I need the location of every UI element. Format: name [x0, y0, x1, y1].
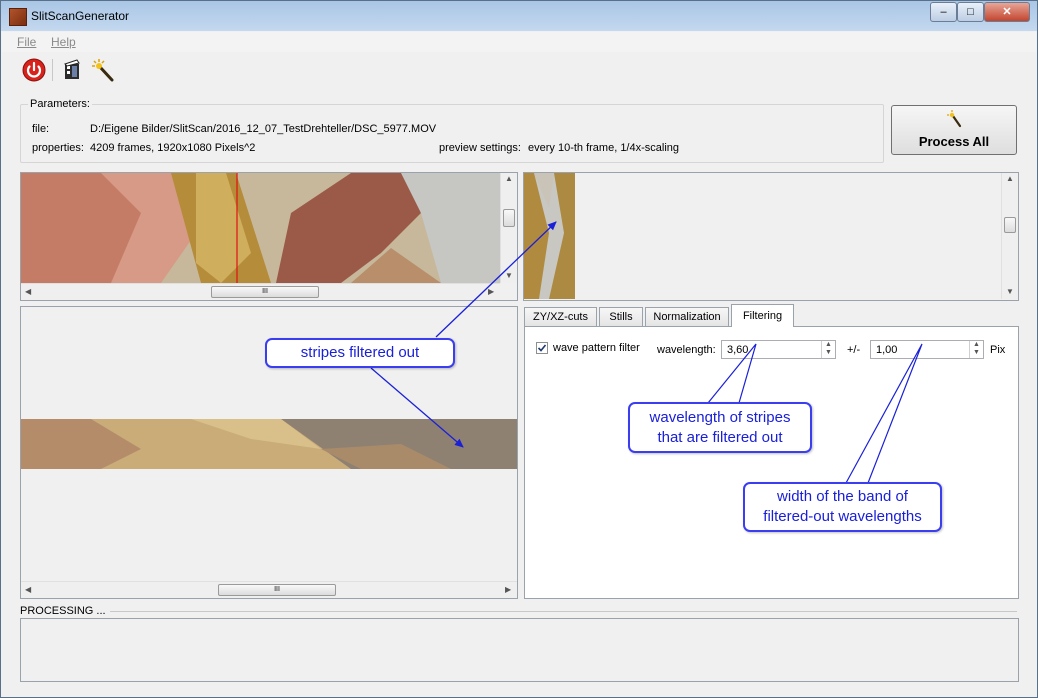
wavelength-value: 3,60 — [727, 344, 749, 356]
preview-settings-value: every 10-th frame, 1/4x-scaling — [528, 142, 680, 154]
file-value: D:/Eigene Bilder/SlitScan/2016_12_07_Tes… — [90, 123, 437, 135]
menu-bar: File Help — [2, 32, 1036, 52]
process-all-button[interactable]: Process All — [891, 105, 1017, 155]
zy-cut-image — [524, 173, 575, 299]
scroll-thumb[interactable]: III — [218, 584, 336, 596]
spin-down-icon[interactable]: ▼ — [825, 349, 832, 356]
scroll-thumb[interactable]: III — [211, 286, 319, 298]
maximize-button[interactable]: □ — [957, 2, 984, 22]
power-icon[interactable] — [21, 57, 47, 83]
spin-buttons[interactable]: ▲ ▼ — [969, 341, 983, 358]
video-frame-image — [21, 173, 500, 283]
tab-stills[interactable]: Stills — [599, 307, 643, 326]
callout-wavelength: wavelength of stripes that are filtered … — [628, 402, 812, 453]
horizontal-scrollbar[interactable]: ◀ III ▶ — [21, 581, 517, 598]
process-all-label: Process All — [918, 134, 990, 149]
wave-pattern-filter-label: wave pattern filter — [553, 342, 640, 354]
xy-preview-panel[interactable]: ▲ ▼ ◀ III ▶ — [20, 172, 518, 301]
app-window: SlitScanGenerator – □ ✕ File Help Parame… — [0, 0, 1038, 698]
callout-band-width: width of the band of filtered-out wavele… — [743, 482, 942, 532]
wave-pattern-filter-checkbox[interactable] — [536, 342, 548, 354]
toolbar-separator — [52, 59, 53, 81]
minimize-button[interactable]: – — [930, 2, 957, 22]
magic-wand-icon — [947, 110, 962, 128]
wavelength-label: wavelength: — [657, 344, 716, 356]
window-title: SlitScanGenerator — [31, 9, 130, 23]
spin-buttons[interactable]: ▲ ▼ — [821, 341, 835, 358]
file-label: file: — [32, 123, 50, 135]
xz-cut-image — [21, 419, 517, 469]
properties-value: 4209 frames, 1920x1080 Pixels^2 — [90, 142, 256, 154]
zy-preview-panel[interactable]: ▲ ▼ — [523, 172, 1019, 301]
band-width-value: 1,00 — [876, 344, 898, 356]
spin-up-icon[interactable]: ▲ — [825, 341, 832, 348]
vertical-scrollbar[interactable]: ▲ ▼ — [500, 173, 517, 283]
filtering-tab-pane — [524, 326, 1019, 599]
pixel-unit-label: Pix — [990, 344, 1006, 356]
tab-zy-xz-cuts[interactable]: ZY/XZ-cuts — [524, 307, 597, 326]
checkmark-icon — [537, 344, 547, 352]
menu-file[interactable]: File — [17, 35, 36, 49]
processing-label: PROCESSING ... — [20, 605, 110, 617]
properties-label: properties: — [32, 142, 84, 154]
spin-down-icon[interactable]: ▼ — [973, 349, 980, 356]
band-width-spinbox[interactable]: 1,00 ▲ ▼ — [870, 340, 984, 359]
title-bar[interactable]: SlitScanGenerator – □ ✕ — [1, 1, 1037, 31]
close-button[interactable]: ✕ — [984, 2, 1030, 22]
processing-divider — [101, 611, 1017, 612]
tab-normalization[interactable]: Normalization — [645, 307, 729, 326]
toolbar — [2, 53, 1036, 87]
app-icon — [9, 8, 27, 26]
spin-up-icon[interactable]: ▲ — [973, 341, 980, 348]
processing-log — [20, 618, 1019, 682]
preview-settings-label: preview settings: — [439, 142, 521, 154]
horizontal-scrollbar[interactable]: ◀ III ▶ — [21, 283, 500, 300]
wavelength-spinbox[interactable]: 3,60 ▲ ▼ — [721, 340, 836, 359]
plus-minus-label: +/- — [847, 344, 861, 356]
callout-stripes: stripes filtered out — [265, 338, 455, 368]
menu-help[interactable]: Help — [51, 35, 76, 49]
magic-wand-icon[interactable] — [90, 57, 116, 83]
vertical-scrollbar[interactable]: ▲ ▼ — [1001, 173, 1018, 299]
tab-filtering[interactable]: Filtering — [731, 304, 794, 327]
film-clip-icon[interactable] — [60, 57, 86, 83]
parameters-label: Parameters: — [28, 98, 92, 110]
